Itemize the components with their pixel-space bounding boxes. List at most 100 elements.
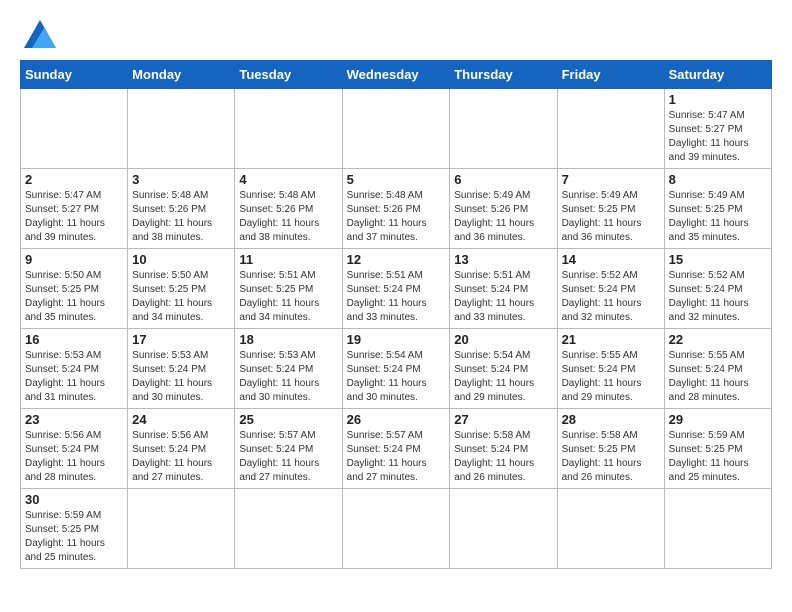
day-number: 22 bbox=[669, 332, 767, 347]
header bbox=[20, 20, 772, 50]
calendar-day-cell: 10 Sunrise: 5:50 AM Sunset: 5:25 PM Dayli… bbox=[128, 249, 235, 329]
day-info: Sunrise: 5:52 AM Sunset: 5:24 PM Dayligh… bbox=[669, 269, 767, 325]
calendar-day-cell bbox=[128, 89, 235, 169]
day-info: Sunrise: 5:48 AM Sunset: 5:26 PM Dayligh… bbox=[347, 189, 446, 245]
calendar-day-cell: 18 Sunrise: 5:53 AM Sunset: 5:24 PM Dayli… bbox=[235, 329, 342, 409]
day-info: Sunrise: 5:56 AM Sunset: 5:24 PM Dayligh… bbox=[25, 429, 123, 485]
day-info: Sunrise: 5:51 AM Sunset: 5:24 PM Dayligh… bbox=[347, 269, 446, 325]
day-info: Sunrise: 5:53 AM Sunset: 5:24 PM Dayligh… bbox=[25, 349, 123, 405]
calendar-day-cell: 15 Sunrise: 5:52 AM Sunset: 5:24 PM Dayli… bbox=[664, 249, 771, 329]
day-number: 7 bbox=[562, 172, 660, 187]
weekday-header-cell: Thursday bbox=[450, 61, 557, 89]
calendar-day-cell bbox=[557, 89, 664, 169]
calendar-day-cell bbox=[235, 89, 342, 169]
logo bbox=[20, 20, 56, 50]
day-number: 23 bbox=[25, 412, 123, 427]
day-info: Sunrise: 5:48 AM Sunset: 5:26 PM Dayligh… bbox=[132, 189, 230, 245]
day-number: 20 bbox=[454, 332, 552, 347]
calendar-day-cell: 1 Sunrise: 5:47 AM Sunset: 5:27 PM Daylig… bbox=[664, 89, 771, 169]
calendar-day-cell: 6Sunrise: 5:49 AM Sunset: 5:26 PM Daylig… bbox=[450, 169, 557, 249]
day-info: Sunrise: 5:56 AM Sunset: 5:24 PM Dayligh… bbox=[132, 429, 230, 485]
day-number: 21 bbox=[562, 332, 660, 347]
day-info: Sunrise: 5:54 AM Sunset: 5:24 PM Dayligh… bbox=[347, 349, 446, 405]
day-number: 18 bbox=[239, 332, 337, 347]
day-info: Sunrise: 5:58 AM Sunset: 5:24 PM Dayligh… bbox=[454, 429, 552, 485]
day-number: 13 bbox=[454, 252, 552, 267]
calendar-day-cell bbox=[450, 89, 557, 169]
day-number: 19 bbox=[347, 332, 446, 347]
calendar-day-cell: 17 Sunrise: 5:53 AM Sunset: 5:24 PM Dayli… bbox=[128, 329, 235, 409]
day-info: Sunrise: 5:53 AM Sunset: 5:24 PM Dayligh… bbox=[239, 349, 337, 405]
day-info: Sunrise: 5:47 AM Sunset: 5:27 PM Dayligh… bbox=[25, 189, 123, 245]
day-number: 17 bbox=[132, 332, 230, 347]
day-info: Sunrise: 5:49 AM Sunset: 5:25 PM Dayligh… bbox=[562, 189, 660, 245]
weekday-header-row: SundayMondayTuesdayWednesdayThursdayFrid… bbox=[21, 61, 772, 89]
day-info: Sunrise: 5:49 AM Sunset: 5:25 PM Dayligh… bbox=[669, 189, 767, 245]
day-info: Sunrise: 5:52 AM Sunset: 5:24 PM Dayligh… bbox=[562, 269, 660, 325]
day-number: 12 bbox=[347, 252, 446, 267]
day-number: 3 bbox=[132, 172, 230, 187]
day-info: Sunrise: 5:50 AM Sunset: 5:25 PM Dayligh… bbox=[132, 269, 230, 325]
calendar-day-cell: 26 Sunrise: 5:57 AM Sunset: 5:24 PM Dayli… bbox=[342, 409, 450, 489]
day-number: 27 bbox=[454, 412, 552, 427]
calendar-day-cell bbox=[664, 489, 771, 569]
calendar-week-row: 23 Sunrise: 5:56 AM Sunset: 5:24 PM Dayli… bbox=[21, 409, 772, 489]
day-number: 14 bbox=[562, 252, 660, 267]
day-number: 25 bbox=[239, 412, 337, 427]
day-number: 15 bbox=[669, 252, 767, 267]
calendar-day-cell: 19 Sunrise: 5:54 AM Sunset: 5:24 PM Dayli… bbox=[342, 329, 450, 409]
calendar-day-cell bbox=[342, 489, 450, 569]
calendar-day-cell: 27 Sunrise: 5:58 AM Sunset: 5:24 PM Dayli… bbox=[450, 409, 557, 489]
calendar-day-cell: 24 Sunrise: 5:56 AM Sunset: 5:24 PM Dayli… bbox=[128, 409, 235, 489]
day-info: Sunrise: 5:48 AM Sunset: 5:26 PM Dayligh… bbox=[239, 189, 337, 245]
day-number: 26 bbox=[347, 412, 446, 427]
day-number: 10 bbox=[132, 252, 230, 267]
weekday-header-cell: Saturday bbox=[664, 61, 771, 89]
day-info: Sunrise: 5:55 AM Sunset: 5:24 PM Dayligh… bbox=[669, 349, 767, 405]
calendar-day-cell bbox=[21, 89, 128, 169]
calendar-day-cell: 22 Sunrise: 5:55 AM Sunset: 5:24 PM Dayli… bbox=[664, 329, 771, 409]
logo-icon bbox=[24, 20, 56, 48]
day-number: 4 bbox=[239, 172, 337, 187]
day-number: 24 bbox=[132, 412, 230, 427]
day-info: Sunrise: 5:57 AM Sunset: 5:24 PM Dayligh… bbox=[239, 429, 337, 485]
calendar-week-row: 16Sunrise: 5:53 AM Sunset: 5:24 PM Dayli… bbox=[21, 329, 772, 409]
weekday-header-cell: Friday bbox=[557, 61, 664, 89]
day-number: 29 bbox=[669, 412, 767, 427]
calendar-day-cell bbox=[450, 489, 557, 569]
day-info: Sunrise: 5:51 AM Sunset: 5:24 PM Dayligh… bbox=[454, 269, 552, 325]
weekday-header-cell: Monday bbox=[128, 61, 235, 89]
calendar-week-row: 30Sunrise: 5:59 AM Sunset: 5:25 PM Dayli… bbox=[21, 489, 772, 569]
calendar-day-cell: 4 Sunrise: 5:48 AM Sunset: 5:26 PM Daylig… bbox=[235, 169, 342, 249]
calendar-day-cell: 20Sunrise: 5:54 AM Sunset: 5:24 PM Dayli… bbox=[450, 329, 557, 409]
day-number: 1 bbox=[669, 92, 767, 107]
day-info: Sunrise: 5:58 AM Sunset: 5:25 PM Dayligh… bbox=[562, 429, 660, 485]
calendar-day-cell bbox=[342, 89, 450, 169]
weekday-header-cell: Tuesday bbox=[235, 61, 342, 89]
day-info: Sunrise: 5:49 AM Sunset: 5:26 PM Dayligh… bbox=[454, 189, 552, 245]
calendar-day-cell: 14 Sunrise: 5:52 AM Sunset: 5:24 PM Dayli… bbox=[557, 249, 664, 329]
calendar-day-cell: 30Sunrise: 5:59 AM Sunset: 5:25 PM Dayli… bbox=[21, 489, 128, 569]
calendar-day-cell: 16Sunrise: 5:53 AM Sunset: 5:24 PM Dayli… bbox=[21, 329, 128, 409]
calendar-day-cell: 2Sunrise: 5:47 AM Sunset: 5:27 PM Daylig… bbox=[21, 169, 128, 249]
calendar-week-row: 1 Sunrise: 5:47 AM Sunset: 5:27 PM Daylig… bbox=[21, 89, 772, 169]
calendar-day-cell: 13 Sunrise: 5:51 AM Sunset: 5:24 PM Dayli… bbox=[450, 249, 557, 329]
calendar-day-cell: 28Sunrise: 5:58 AM Sunset: 5:25 PM Dayli… bbox=[557, 409, 664, 489]
calendar-day-cell: 21 Sunrise: 5:55 AM Sunset: 5:24 PM Dayli… bbox=[557, 329, 664, 409]
calendar-body: 1 Sunrise: 5:47 AM Sunset: 5:27 PM Daylig… bbox=[21, 89, 772, 569]
day-info: Sunrise: 5:47 AM Sunset: 5:27 PM Dayligh… bbox=[669, 109, 767, 165]
calendar-week-row: 2Sunrise: 5:47 AM Sunset: 5:27 PM Daylig… bbox=[21, 169, 772, 249]
calendar-day-cell: 29Sunrise: 5:59 AM Sunset: 5:25 PM Dayli… bbox=[664, 409, 771, 489]
day-info: Sunrise: 5:50 AM Sunset: 5:25 PM Dayligh… bbox=[25, 269, 123, 325]
calendar-day-cell: 9 Sunrise: 5:50 AM Sunset: 5:25 PM Daylig… bbox=[21, 249, 128, 329]
day-info: Sunrise: 5:59 AM Sunset: 5:25 PM Dayligh… bbox=[25, 509, 123, 565]
day-info: Sunrise: 5:51 AM Sunset: 5:25 PM Dayligh… bbox=[239, 269, 337, 325]
day-number: 9 bbox=[25, 252, 123, 267]
calendar-day-cell: 3 Sunrise: 5:48 AM Sunset: 5:26 PM Daylig… bbox=[128, 169, 235, 249]
day-info: Sunrise: 5:55 AM Sunset: 5:24 PM Dayligh… bbox=[562, 349, 660, 405]
calendar-day-cell: 5Sunrise: 5:48 AM Sunset: 5:26 PM Daylig… bbox=[342, 169, 450, 249]
day-number: 11 bbox=[239, 252, 337, 267]
day-info: Sunrise: 5:57 AM Sunset: 5:24 PM Dayligh… bbox=[347, 429, 446, 485]
weekday-header-cell: Wednesday bbox=[342, 61, 450, 89]
day-info: Sunrise: 5:53 AM Sunset: 5:24 PM Dayligh… bbox=[132, 349, 230, 405]
